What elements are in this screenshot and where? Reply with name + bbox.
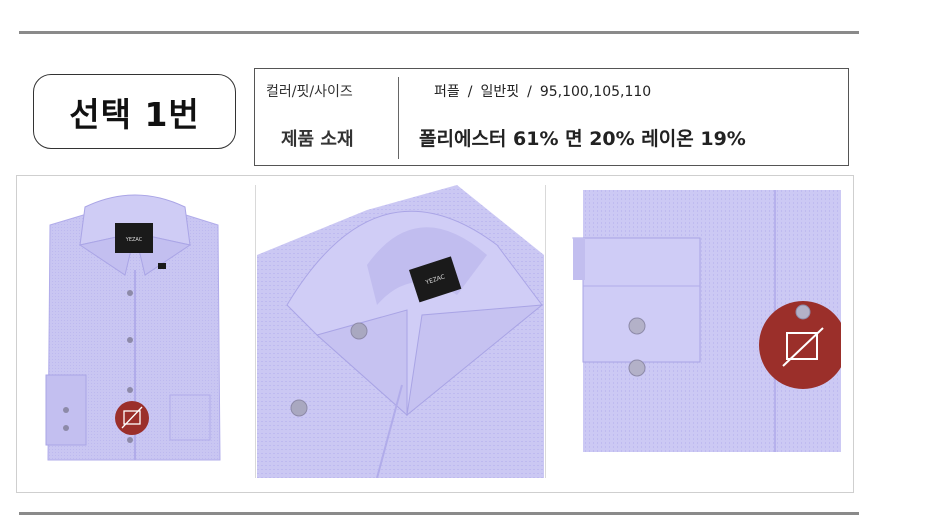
option-badge: 선택 1번 — [33, 74, 236, 149]
gallery-divider — [255, 185, 256, 478]
material-label: 제품 소재 — [281, 129, 354, 150]
bottom-divider-line — [19, 512, 859, 515]
size-value: 95,100,105,110 — [539, 84, 652, 100]
fit-value: 일반핏 — [480, 84, 520, 100]
option-label: 선택 1번 — [69, 94, 200, 134]
shirt-collar-photo: YEZAC — [257, 185, 544, 478]
spec-divider — [398, 77, 399, 159]
color-value: 퍼플 — [434, 84, 460, 100]
material-value: 폴리에스터 61% 면 20% 레이온 19% — [419, 128, 746, 150]
gallery-divider — [545, 185, 546, 478]
color-fit-size-label: 컬러/핏/사이즈 — [266, 84, 353, 100]
top-divider-line — [19, 31, 859, 34]
brand-tag-text: YEZAC — [125, 237, 143, 243]
shirt-front-photo: YEZAC — [40, 185, 230, 465]
color-fit-size-value: 퍼플 / 일반핏/95,100,105,110 — [434, 84, 652, 100]
shirt-cuff-photo — [565, 190, 841, 452]
